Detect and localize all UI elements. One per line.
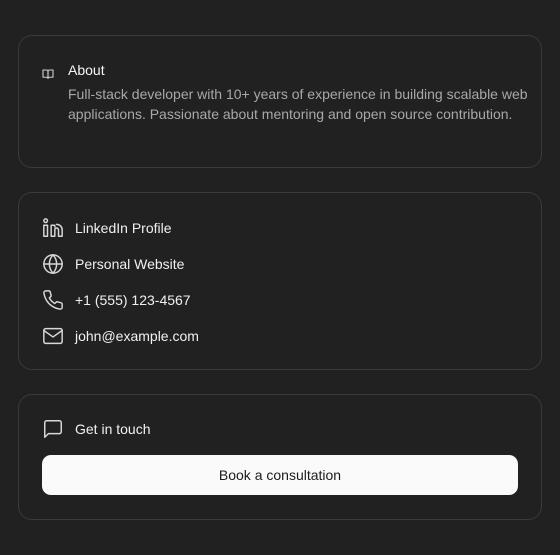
email-link-label: john@example.com xyxy=(75,328,199,344)
website-link[interactable]: Personal Website xyxy=(42,252,184,276)
phone-link-label: +1 (555) 123-4567 xyxy=(75,292,191,308)
cta-heading: Get in touch xyxy=(42,417,151,441)
about-title: About xyxy=(68,62,105,78)
globe-icon xyxy=(43,254,63,274)
about-description: Full-stack developer with 10+ years of e… xyxy=(68,86,528,122)
contact-cta-card: Get in touch Book a consultation xyxy=(18,394,542,520)
about-card: About Full-stack developer with 10+ year… xyxy=(18,35,542,168)
mail-icon xyxy=(43,327,63,345)
phone-icon xyxy=(43,290,63,310)
linkedin-icon xyxy=(43,218,63,237)
email-link[interactable]: john@example.com xyxy=(42,324,199,348)
profile-panel: About Full-stack developer with 10+ year… xyxy=(0,0,560,555)
book-open-icon xyxy=(42,69,54,80)
message-square-icon xyxy=(44,420,62,438)
contact-links-card: LinkedIn Profile Personal Website +1 (55… xyxy=(18,192,542,370)
linkedin-link[interactable]: LinkedIn Profile xyxy=(42,216,172,240)
cta-heading-label: Get in touch xyxy=(75,421,151,437)
book-consultation-button[interactable]: Book a consultation xyxy=(42,455,518,495)
phone-link[interactable]: +1 (555) 123-4567 xyxy=(42,288,191,312)
linkedin-link-label: LinkedIn Profile xyxy=(75,220,172,236)
website-link-label: Personal Website xyxy=(75,256,185,272)
